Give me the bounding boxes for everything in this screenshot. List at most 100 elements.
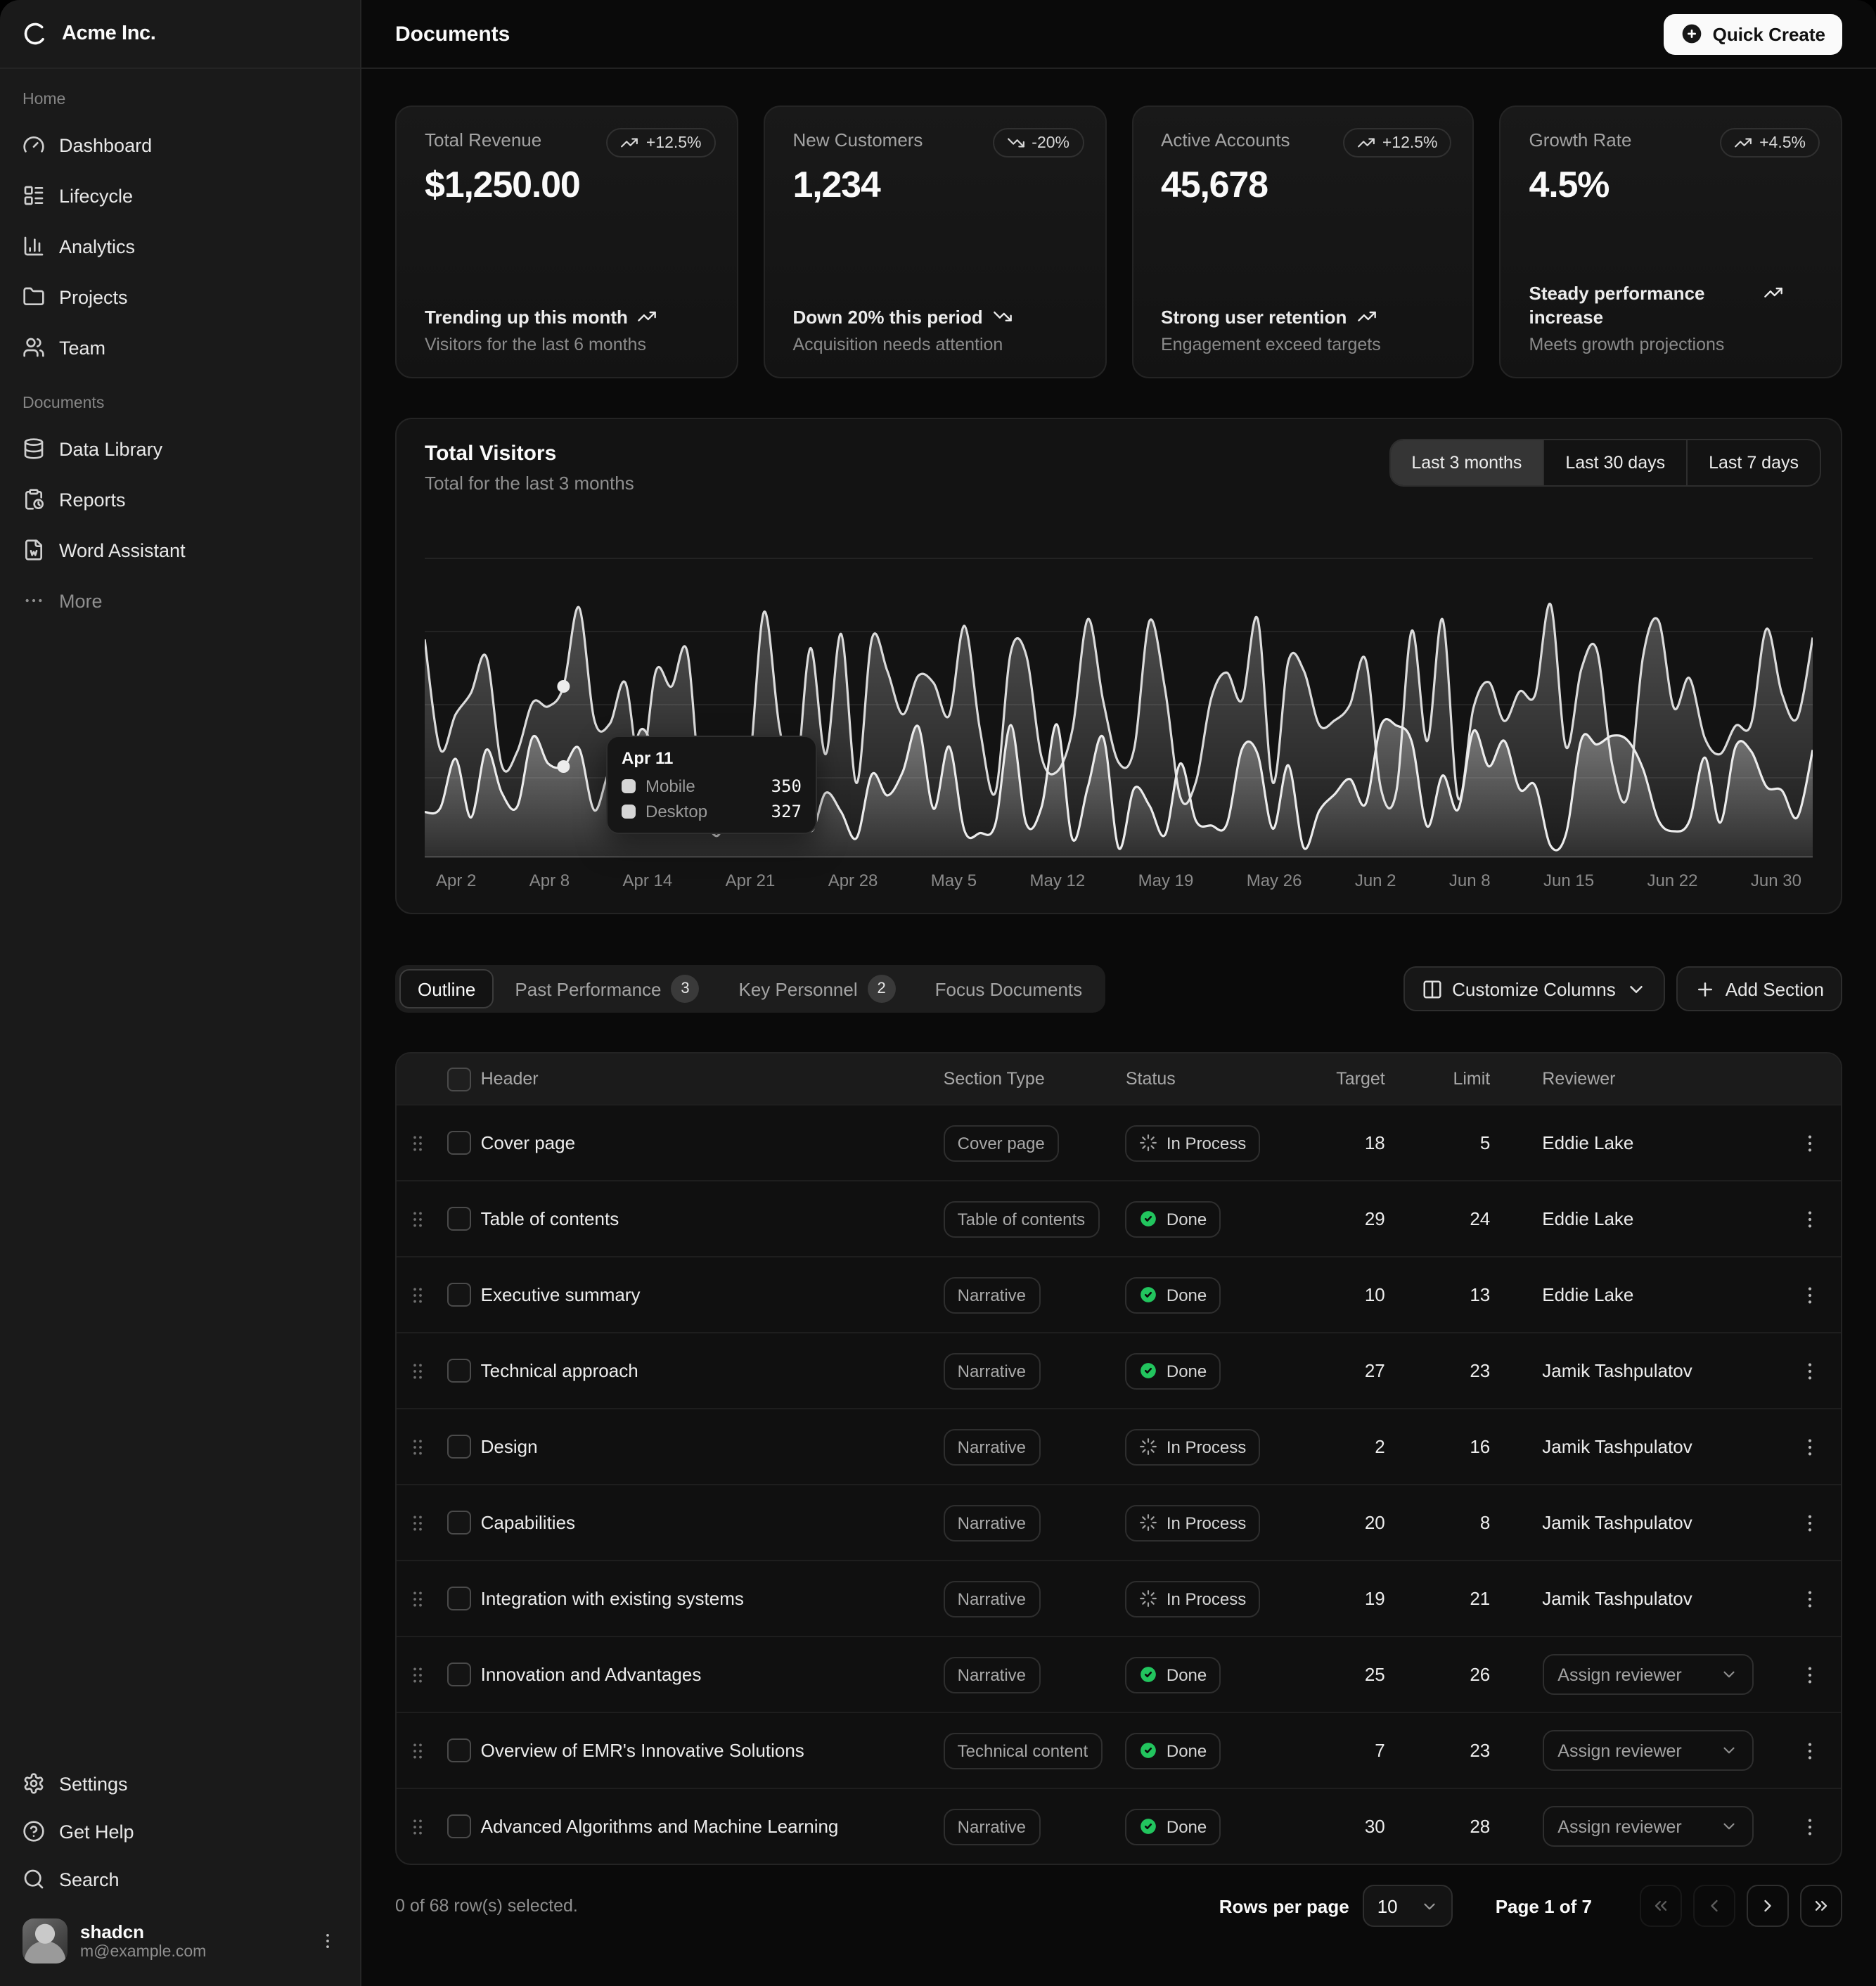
row-menu-icon[interactable] <box>1799 1132 1821 1154</box>
last-page-button[interactable] <box>1800 1885 1842 1927</box>
table-row[interactable]: Design Narrative In Process 2 16 Jamik T… <box>397 1408 1841 1484</box>
row-menu-icon[interactable] <box>1799 1207 1821 1230</box>
sidebar-item-settings[interactable]: Settings <box>11 1761 349 1806</box>
cell-target[interactable]: 20 <box>1294 1512 1385 1533</box>
grip-vertical-icon[interactable] <box>406 1511 429 1534</box>
cell-limit[interactable]: 21 <box>1385 1588 1491 1609</box>
cell-header[interactable]: Technical approach <box>481 1360 944 1381</box>
cell-limit[interactable]: 28 <box>1385 1816 1491 1837</box>
assign-reviewer-select[interactable]: Assign reviewer <box>1542 1806 1753 1847</box>
row-menu-icon[interactable] <box>1799 1359 1821 1382</box>
cell-header[interactable]: Table of contents <box>481 1208 944 1229</box>
cell-target[interactable]: 27 <box>1294 1360 1385 1381</box>
sidebar-item-data-library[interactable]: Data Library <box>11 426 349 471</box>
ellipsis-vertical-icon[interactable] <box>318 1931 338 1951</box>
row-menu-icon[interactable] <box>1799 1587 1821 1610</box>
range-last-3-months[interactable]: Last 3 months <box>1390 440 1543 485</box>
grip-vertical-icon[interactable] <box>406 1207 429 1230</box>
row-checkbox[interactable] <box>448 1814 472 1838</box>
cell-header[interactable]: Executive summary <box>481 1284 944 1305</box>
row-checkbox[interactable] <box>448 1511 472 1535</box>
grip-vertical-icon[interactable] <box>406 1815 429 1838</box>
select-all-checkbox[interactable] <box>448 1067 472 1091</box>
table-row[interactable]: Innovation and Advantages Narrative Done… <box>397 1636 1841 1712</box>
grip-vertical-icon[interactable] <box>406 1132 429 1154</box>
cell-header[interactable]: Advanced Algorithms and Machine Learning <box>481 1816 944 1837</box>
sidebar-item-dashboard[interactable]: Dashboard <box>11 122 349 167</box>
sidebar-item-team[interactable]: Team <box>11 325 349 370</box>
table-row[interactable]: Overview of EMR's Innovative Solutions T… <box>397 1712 1841 1788</box>
next-page-button[interactable] <box>1747 1885 1789 1927</box>
row-checkbox[interactable] <box>448 1738 472 1762</box>
table-row[interactable]: Executive summary Narrative Done 10 13 E… <box>397 1256 1841 1332</box>
first-page-button[interactable] <box>1640 1885 1682 1927</box>
cell-target[interactable]: 10 <box>1294 1284 1385 1305</box>
row-checkbox[interactable] <box>448 1283 472 1307</box>
grip-vertical-icon[interactable] <box>406 1663 429 1686</box>
grip-vertical-icon[interactable] <box>406 1739 429 1762</box>
sidebar-item-get-help[interactable]: Get Help <box>11 1809 349 1854</box>
range-last-7-days[interactable]: Last 7 days <box>1686 440 1820 485</box>
add-section-button[interactable]: Add Section <box>1676 966 1842 1011</box>
tab-past-performance[interactable]: Past Performance 3 <box>496 969 717 1008</box>
grip-vertical-icon[interactable] <box>406 1435 429 1458</box>
cell-target[interactable]: 29 <box>1294 1208 1385 1229</box>
assign-reviewer-select[interactable]: Assign reviewer <box>1542 1654 1753 1695</box>
row-checkbox[interactable] <box>448 1663 472 1686</box>
cell-header[interactable]: Integration with existing systems <box>481 1588 944 1609</box>
quick-create-button[interactable]: Quick Create <box>1664 13 1842 54</box>
cell-target[interactable]: 30 <box>1294 1816 1385 1837</box>
sidebar-item-lifecycle[interactable]: Lifecycle <box>11 173 349 218</box>
grip-vertical-icon[interactable] <box>406 1587 429 1610</box>
row-menu-icon[interactable] <box>1799 1815 1821 1838</box>
cell-target[interactable]: 25 <box>1294 1664 1385 1685</box>
cell-limit[interactable]: 16 <box>1385 1436 1491 1457</box>
sidebar-item-more[interactable]: More <box>11 578 349 623</box>
cell-target[interactable]: 2 <box>1294 1436 1385 1457</box>
cell-header[interactable]: Overview of EMR's Innovative Solutions <box>481 1740 944 1761</box>
grip-vertical-icon[interactable] <box>406 1283 429 1306</box>
row-checkbox[interactable] <box>448 1587 472 1610</box>
tab-key-personnel[interactable]: Key Personnel 2 <box>721 969 914 1008</box>
cell-limit[interactable]: 5 <box>1385 1132 1491 1153</box>
area-chart[interactable]: Apr 11 Mobile 350 Desktop 327 <box>425 516 1813 858</box>
cell-target[interactable]: 7 <box>1294 1740 1385 1761</box>
cell-header[interactable]: Innovation and Advantages <box>481 1664 944 1685</box>
row-menu-icon[interactable] <box>1799 1511 1821 1534</box>
sidebar-item-search[interactable]: Search <box>11 1857 349 1902</box>
cell-limit[interactable]: 23 <box>1385 1740 1491 1761</box>
table-row[interactable]: Advanced Algorithms and Machine Learning… <box>397 1788 1841 1864</box>
cell-limit[interactable]: 24 <box>1385 1208 1491 1229</box>
sidebar-item-word-assistant[interactable]: Word Assistant <box>11 527 349 572</box>
range-last-30-days[interactable]: Last 30 days <box>1543 440 1686 485</box>
sidebar-item-projects[interactable]: Projects <box>11 274 349 319</box>
tab-outline[interactable]: Outline <box>399 969 494 1008</box>
row-checkbox[interactable] <box>448 1207 472 1231</box>
table-row[interactable]: Integration with existing systems Narrat… <box>397 1560 1841 1636</box>
grip-vertical-icon[interactable] <box>406 1359 429 1382</box>
table-row[interactable]: Cover page Cover page In Process 18 5 Ed… <box>397 1104 1841 1180</box>
tab-focus-documents[interactable]: Focus Documents <box>917 969 1101 1008</box>
row-checkbox[interactable] <box>448 1435 472 1459</box>
cell-limit[interactable]: 23 <box>1385 1360 1491 1381</box>
sidebar-item-analytics[interactable]: Analytics <box>11 224 349 269</box>
sidebar-item-reports[interactable]: Reports <box>11 477 349 522</box>
cell-header[interactable]: Design <box>481 1436 944 1457</box>
row-menu-icon[interactable] <box>1799 1663 1821 1686</box>
cell-limit[interactable]: 13 <box>1385 1284 1491 1305</box>
table-row[interactable]: Table of contents Table of contents Done… <box>397 1180 1841 1256</box>
row-menu-icon[interactable] <box>1799 1739 1821 1762</box>
customize-columns-button[interactable]: Customize Columns <box>1403 966 1665 1011</box>
rows-per-page-select[interactable]: 10 <box>1363 1885 1453 1927</box>
row-checkbox[interactable] <box>448 1131 472 1155</box>
row-menu-icon[interactable] <box>1799 1283 1821 1306</box>
cell-header[interactable]: Cover page <box>481 1132 944 1153</box>
assign-reviewer-select[interactable]: Assign reviewer <box>1542 1730 1753 1771</box>
user-menu[interactable]: shadcn m@example.com <box>11 1910 349 1972</box>
previous-page-button[interactable] <box>1693 1885 1735 1927</box>
sidebar-brand[interactable]: Acme Inc. <box>0 0 360 69</box>
cell-target[interactable]: 18 <box>1294 1132 1385 1153</box>
cell-limit[interactable]: 8 <box>1385 1512 1491 1533</box>
cell-limit[interactable]: 26 <box>1385 1664 1491 1685</box>
row-menu-icon[interactable] <box>1799 1435 1821 1458</box>
